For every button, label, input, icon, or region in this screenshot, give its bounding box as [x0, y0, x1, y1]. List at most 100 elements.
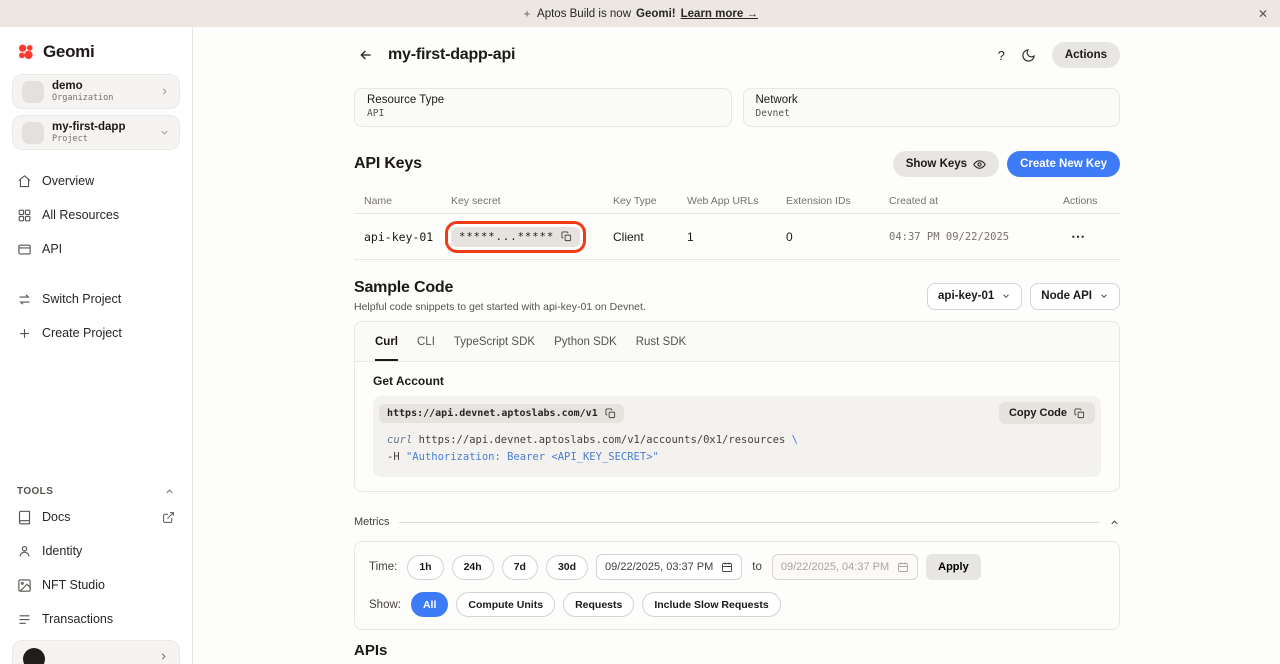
- api-select-dropdown[interactable]: Node API: [1030, 283, 1120, 310]
- time-range-24h[interactable]: 24h: [452, 555, 494, 580]
- banner-learn-more-link[interactable]: Learn more →: [681, 8, 758, 20]
- actions-button[interactable]: Actions: [1052, 42, 1120, 68]
- endpoint-chip[interactable]: https://api.devnet.aptoslabs.com/v1: [379, 404, 624, 423]
- calendar-icon[interactable]: [897, 561, 909, 573]
- sidebar-item-docs[interactable]: Docs: [0, 500, 192, 534]
- banner-message: Aptos Build is now: [537, 8, 631, 20]
- chevron-right-icon: [159, 86, 170, 97]
- apply-button[interactable]: Apply: [926, 554, 981, 580]
- api-keys-table: Name Key secret Key Type Web App URLs Ex…: [354, 189, 1120, 260]
- project-switcher[interactable]: my-first-dapp Project: [12, 115, 180, 150]
- tools-section-header[interactable]: TOOLS: [0, 482, 192, 500]
- back-arrow-icon[interactable]: [354, 43, 378, 67]
- project-type: Project: [52, 134, 125, 144]
- copy-icon[interactable]: [605, 408, 616, 419]
- time-range-30d[interactable]: 30d: [546, 555, 588, 580]
- time-label: Time:: [369, 561, 397, 573]
- endpoint-url: https://api.devnet.aptoslabs.com/v1: [387, 408, 598, 419]
- metrics-section-header[interactable]: Metrics: [354, 515, 1120, 529]
- sidebar-item-create-project[interactable]: Create Project: [0, 316, 192, 350]
- to-datetime-input[interactable]: 09/22/2025, 04:37 PM: [772, 554, 918, 580]
- show-filter-row: Show: All Compute Units Requests Include…: [369, 592, 1105, 617]
- list-lines-icon: [17, 612, 32, 627]
- copy-code-button[interactable]: Copy Code: [999, 402, 1095, 424]
- tab-typescript-sdk[interactable]: TypeScript SDK: [454, 322, 535, 361]
- sparkle-icon: [522, 9, 532, 19]
- resource-type-label: Resource Type: [367, 94, 719, 106]
- table-header-row: Name Key secret Key Type Web App URLs Ex…: [354, 189, 1120, 213]
- metrics-heading: Metrics: [354, 516, 389, 528]
- sidebar-item-api[interactable]: API: [0, 232, 192, 266]
- chevron-down-icon: [1099, 291, 1109, 301]
- resource-info-cards: Resource Type API Network Devnet: [354, 88, 1120, 127]
- code-keyword: curl: [387, 434, 412, 446]
- key-created-at: 04:37 PM 09/22/2025: [889, 231, 1063, 243]
- key-secret-highlight: *****...*****: [451, 227, 580, 247]
- code-url: https://api.devnet.aptoslabs.com/v1/acco…: [419, 434, 786, 446]
- sample-code-title: Sample Code: [354, 279, 646, 297]
- grid-icon: [17, 208, 32, 223]
- tab-curl[interactable]: Curl: [375, 322, 398, 361]
- banner-brand: Geomi!: [636, 8, 676, 20]
- identity-person-icon: [17, 544, 32, 559]
- banner-close-icon[interactable]: ✕: [1258, 0, 1268, 27]
- code-flag: -H: [387, 451, 400, 463]
- col-key-type: Key Type: [613, 195, 687, 207]
- dark-mode-moon-icon[interactable]: [1021, 48, 1036, 63]
- chevron-down-icon: [1001, 291, 1011, 301]
- sidebar-item-transactions[interactable]: Transactions: [0, 602, 192, 636]
- show-keys-button[interactable]: Show Keys: [893, 151, 999, 177]
- time-range-7d[interactable]: 7d: [502, 555, 538, 580]
- code-tabbar: Curl CLI TypeScript SDK Python SDK Rust …: [355, 322, 1119, 362]
- user-avatar: [23, 648, 45, 664]
- sidebar-item-overview[interactable]: Overview: [0, 164, 192, 198]
- key-name: api-key-01: [364, 230, 451, 244]
- tab-rust-sdk[interactable]: Rust SDK: [636, 322, 687, 361]
- plus-icon: [17, 326, 32, 341]
- code-snippet: curl https://api.devnet.aptoslabs.com/v1…: [379, 424, 1095, 471]
- api-select-value: Node API: [1041, 290, 1092, 302]
- key-secret-chip[interactable]: *****...*****: [451, 227, 580, 247]
- calendar-icon[interactable]: [721, 561, 733, 573]
- sidebar-item-all-resources[interactable]: All Resources: [0, 198, 192, 232]
- get-account-heading: Get Account: [373, 374, 1101, 388]
- key-secret-value: *****...*****: [459, 231, 554, 243]
- create-new-key-button[interactable]: Create New Key: [1007, 151, 1120, 177]
- geomi-logo-icon: [16, 42, 36, 62]
- row-actions-menu-icon[interactable]: ⋯: [1063, 228, 1120, 245]
- show-filter-compute-units[interactable]: Compute Units: [456, 592, 555, 617]
- home-icon: [17, 174, 32, 189]
- key-select-dropdown[interactable]: api-key-01: [927, 283, 1022, 310]
- code-panel: https://api.devnet.aptoslabs.com/v1 Copy…: [373, 396, 1101, 477]
- org-avatar: [22, 81, 44, 103]
- sidebar-item-nft-studio[interactable]: NFT Studio: [0, 568, 192, 602]
- help-icon[interactable]: ?: [998, 48, 1005, 63]
- org-switcher[interactable]: demo Organization: [12, 74, 180, 109]
- col-key-secret: Key secret: [451, 195, 613, 207]
- user-menu[interactable]: [12, 640, 180, 664]
- show-filter-all[interactable]: All: [411, 592, 448, 617]
- resource-type-value: API: [367, 108, 719, 119]
- org-type: Organization: [52, 93, 113, 103]
- show-filter-include-slow-requests[interactable]: Include Slow Requests: [642, 592, 780, 617]
- key-type: Client: [613, 230, 687, 244]
- to-datetime-value: 09/22/2025, 04:37 PM: [781, 561, 889, 573]
- external-link-icon: [162, 511, 175, 524]
- time-range-1h[interactable]: 1h: [407, 555, 443, 580]
- copy-icon[interactable]: [561, 231, 572, 242]
- tab-cli[interactable]: CLI: [417, 322, 435, 361]
- chevron-up-icon[interactable]: [1109, 517, 1120, 528]
- sidebar-item-identity[interactable]: Identity: [0, 534, 192, 568]
- sidebar-item-switch-project[interactable]: Switch Project: [0, 282, 192, 316]
- col-web-app-urls: Web App URLs: [687, 195, 786, 207]
- api-keys-title: API Keys: [354, 155, 422, 173]
- to-word: to: [750, 561, 764, 573]
- nav-label: All Resources: [42, 208, 119, 222]
- api-card-icon: [17, 242, 32, 257]
- show-filter-requests[interactable]: Requests: [563, 592, 634, 617]
- logo[interactable]: Geomi: [0, 27, 192, 74]
- time-filter-row: Time: 1h 24h 7d 30d 09/22/2025, 03:37 PM…: [369, 554, 1105, 580]
- from-datetime-input[interactable]: 09/22/2025, 03:37 PM: [596, 554, 742, 580]
- tab-python-sdk[interactable]: Python SDK: [554, 322, 617, 361]
- chevron-right-icon: [158, 651, 169, 662]
